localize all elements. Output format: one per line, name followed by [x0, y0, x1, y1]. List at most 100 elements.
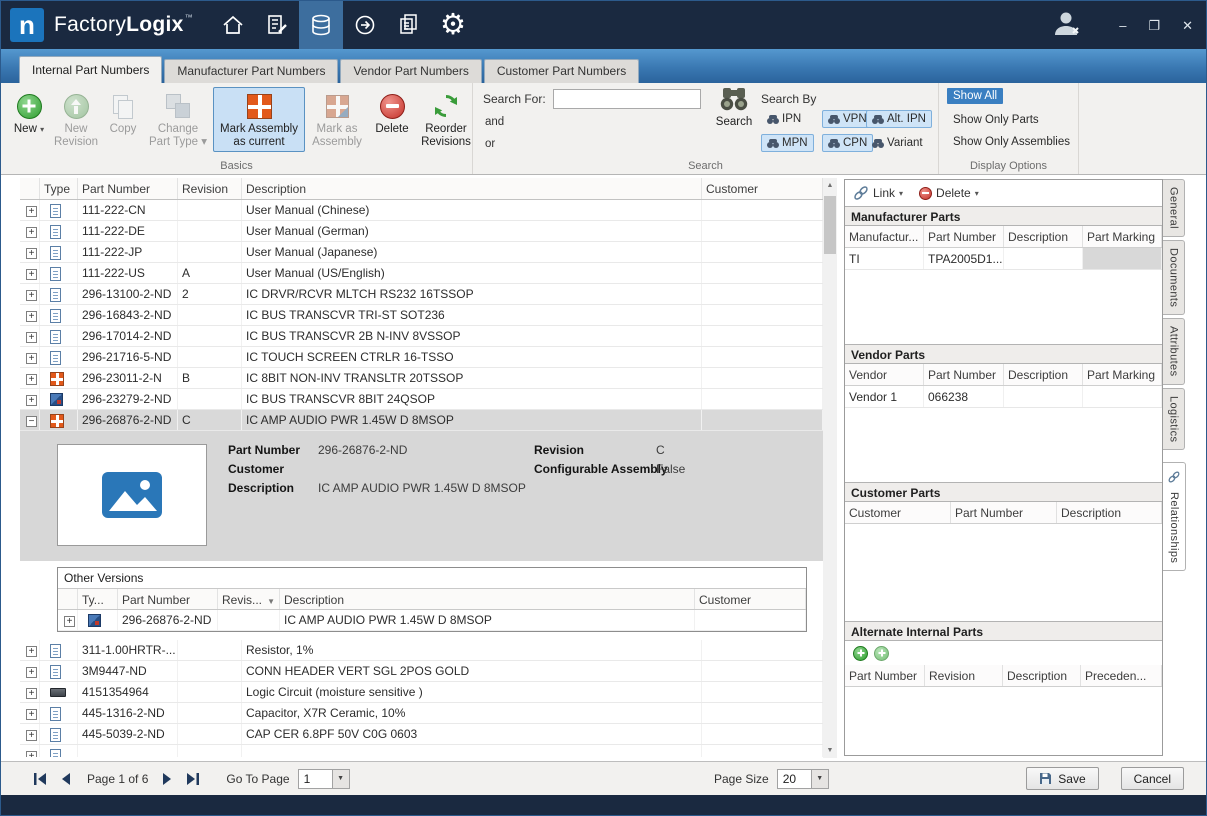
- link-button[interactable]: Link ▾: [853, 185, 903, 201]
- table-row[interactable]: + 296-13100-2-ND 2 IC DRVR/RCVR MLTCH RS…: [20, 284, 823, 305]
- part-number-column-header[interactable]: Part Number: [78, 178, 178, 199]
- expand-toggle[interactable]: +: [26, 332, 37, 343]
- expand-toggle[interactable]: −: [26, 416, 37, 427]
- part-image-placeholder[interactable]: [57, 444, 207, 546]
- home-icon[interactable]: [211, 1, 255, 49]
- part-number-column-header[interactable]: Part Number: [118, 589, 218, 609]
- add-alternate-part-button[interactable]: [853, 646, 868, 661]
- side-tab[interactable]: Relationships: [1163, 462, 1186, 571]
- table-row[interactable]: + 296-23011-2-N B IC 8BIT NON-INV TRANSL…: [20, 368, 823, 389]
- table-row[interactable]: + 445-5039-2-ND CAP CER 6.8PF 50V C0G 06…: [20, 724, 823, 745]
- search-by-filter-toggle[interactable]: Alt. IPN: [866, 110, 932, 128]
- close-button[interactable]: ✕: [1179, 17, 1196, 34]
- expand-toggle[interactable]: +: [26, 248, 37, 259]
- scroll-down-button[interactable]: ▼: [823, 743, 837, 758]
- expand-toggle[interactable]: +: [26, 709, 37, 720]
- change-part-type-button[interactable]: Change Part Type ▾: [143, 87, 213, 152]
- unlink-delete-button[interactable]: Delete ▾: [919, 186, 979, 200]
- expand-toggle[interactable]: +: [26, 353, 37, 364]
- maximize-button[interactable]: ❐: [1145, 17, 1163, 34]
- table-row[interactable]: + 445-1316-2-ND Capacitor, X7R Ceramic, …: [20, 703, 823, 724]
- description-column-header[interactable]: Description: [280, 589, 695, 609]
- search-by-filter-toggle[interactable]: IPN: [761, 110, 807, 128]
- documents-icon[interactable]: [387, 1, 431, 49]
- type-column-header[interactable]: Ty...: [78, 589, 118, 609]
- vertical-scrollbar[interactable]: ▲ ▼: [823, 178, 837, 758]
- expand-toggle[interactable]: +: [26, 751, 37, 757]
- revision-column-header[interactable]: Revis...▼: [218, 589, 280, 609]
- type-column-header[interactable]: Type: [40, 178, 78, 199]
- table-row[interactable]: + 111-222-CN User Manual (Chinese): [20, 200, 823, 221]
- table-row[interactable]: + 296-23279-2-ND IC BUS TRANSCVR 8BIT 24…: [20, 389, 823, 410]
- goto-page-select[interactable]: 1 ▼: [298, 769, 350, 789]
- table-row[interactable]: + 111-222-JP User Manual (Japanese): [20, 242, 823, 263]
- table-row[interactable]: + 296-16843-2-ND IC BUS TRANSCVR TRI-ST …: [20, 305, 823, 326]
- minimize-button[interactable]: –: [1116, 17, 1129, 34]
- expand-toggle[interactable]: +: [26, 227, 37, 238]
- user-logged-out-icon[interactable]: [1052, 9, 1082, 42]
- process-forms-icon[interactable]: [255, 1, 299, 49]
- table-row[interactable]: + 296-17014-2-ND IC BUS TRANSCVR 2B N-IN…: [20, 326, 823, 347]
- delete-button[interactable]: Delete: [369, 87, 415, 152]
- cancel-button[interactable]: Cancel: [1121, 767, 1184, 790]
- expand-toggle[interactable]: +: [26, 667, 37, 678]
- table-row[interactable]: + 311-1.00HRTR-... Resistor, 1%: [20, 640, 823, 661]
- expand-toggle[interactable]: +: [26, 688, 37, 699]
- save-button[interactable]: Save: [1026, 767, 1098, 790]
- table-row[interactable]: + 111-222-US A User Manual (US/English): [20, 263, 823, 284]
- expand-toggle[interactable]: +: [26, 290, 37, 301]
- table-row[interactable]: − 296-26876-2-ND C IC AMP AUDIO PWR 1.45…: [20, 410, 823, 431]
- mark-assembly-as-current-button[interactable]: Mark Assembly as current: [213, 87, 305, 152]
- show-only-assemblies-option[interactable]: Show Only Assemblies: [947, 134, 1076, 150]
- other-version-row[interactable]: + 296-26876-2-ND IC AMP AUDIO PWR 1.45W …: [58, 610, 806, 631]
- expand-toggle[interactable]: +: [26, 269, 37, 280]
- mark-as-assembly-button[interactable]: Mark as Assembly: [305, 87, 369, 152]
- customer-column-header[interactable]: Customer: [695, 589, 806, 609]
- reorder-revisions-button[interactable]: Reorder Revisions: [415, 87, 477, 152]
- part-numbers-icon[interactable]: [299, 1, 343, 49]
- table-row[interactable]: + 3M9447-ND CONN HEADER VERT SGL 2POS GO…: [20, 661, 823, 682]
- copy-button[interactable]: Copy: [103, 87, 143, 152]
- part-numbers-tab[interactable]: Vendor Part Numbers: [340, 59, 481, 83]
- side-tab[interactable]: Documents: [1163, 240, 1185, 315]
- new-revision-button[interactable]: New Revision: [49, 87, 103, 152]
- description-column-header[interactable]: Description: [242, 178, 702, 199]
- table-row[interactable]: + 111-222-DE User Manual (German): [20, 221, 823, 242]
- page-size-select[interactable]: 20 ▼: [777, 769, 829, 789]
- expand-toggle[interactable]: +: [26, 730, 37, 741]
- part-numbers-tab[interactable]: Internal Part Numbers: [19, 56, 162, 83]
- dropdown-caret-icon[interactable]: ▼: [811, 770, 828, 788]
- expand-toggle[interactable]: +: [26, 395, 37, 406]
- scroll-up-button[interactable]: ▲: [823, 178, 837, 193]
- revision-column-header[interactable]: Revision: [178, 178, 242, 199]
- related-part-row[interactable]: Vendor 1 066238: [845, 386, 1162, 408]
- next-page-button[interactable]: [158, 771, 176, 787]
- first-page-button[interactable]: [31, 771, 49, 787]
- scrollbar-thumb[interactable]: [824, 196, 836, 254]
- side-tab[interactable]: Logistics: [1163, 388, 1185, 450]
- search-by-filter-toggle[interactable]: Variant: [866, 134, 929, 152]
- expand-toggle[interactable]: +: [26, 646, 37, 657]
- expand-toggle[interactable]: +: [26, 374, 37, 385]
- new-button[interactable]: New ▾: [9, 87, 49, 152]
- customer-column-header[interactable]: Customer: [702, 178, 823, 199]
- table-row[interactable]: + 4151354964 Logic Circuit (moisture sen…: [20, 682, 823, 703]
- show-only-parts-option[interactable]: Show Only Parts: [947, 112, 1045, 128]
- search-by-filter-toggle[interactable]: MPN: [761, 134, 814, 152]
- part-numbers-tab[interactable]: Customer Part Numbers: [484, 59, 639, 83]
- last-page-button[interactable]: [184, 771, 202, 787]
- table-row[interactable]: + 296-21716-5-ND IC TOUCH SCREEN CTRLR 1…: [20, 347, 823, 368]
- dropdown-caret-icon[interactable]: ▼: [332, 770, 349, 788]
- side-tab[interactable]: Attributes: [1163, 318, 1185, 384]
- side-tab[interactable]: General: [1163, 179, 1185, 237]
- expand-toggle[interactable]: +: [64, 616, 75, 627]
- release-icon[interactable]: [343, 1, 387, 49]
- show-all-option[interactable]: Show All: [947, 88, 1003, 104]
- add-alternate-part-secondary-button[interactable]: [874, 646, 889, 661]
- prev-page-button[interactable]: [57, 771, 75, 787]
- filter-caret-icon[interactable]: ▼: [267, 597, 275, 606]
- expand-toggle[interactable]: +: [26, 206, 37, 217]
- related-part-row[interactable]: TI TPA2005D1...: [845, 248, 1162, 270]
- expand-toggle[interactable]: +: [26, 311, 37, 322]
- settings-icon[interactable]: ⚙: [431, 1, 475, 49]
